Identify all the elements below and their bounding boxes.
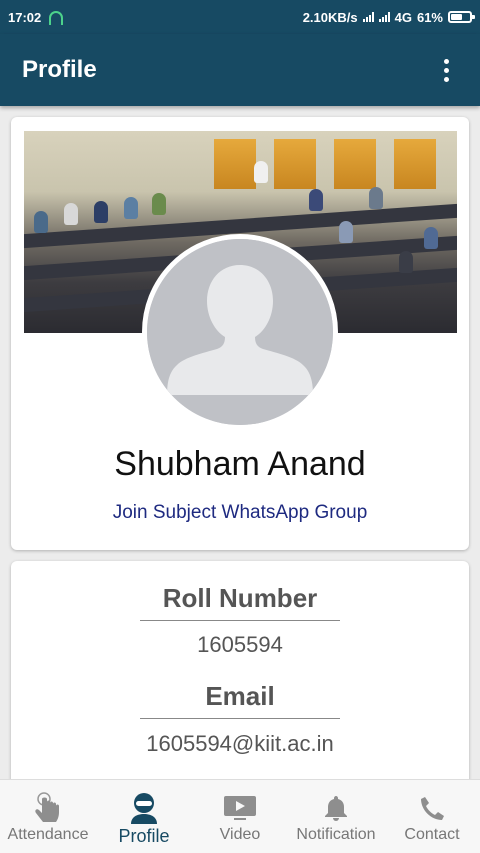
bottom-nav: Attendance Profile Video Notification Co… <box>0 779 480 853</box>
phone-icon <box>419 790 445 826</box>
email-label: Email <box>205 681 275 711</box>
signal-icon-2 <box>378 12 390 22</box>
bell-icon <box>324 790 348 826</box>
nav-video[interactable]: Video <box>192 780 288 853</box>
status-time: 17:02 <box>8 9 42 25</box>
email-value: 1605594@kiit.ac.in <box>146 731 334 756</box>
nav-attendance[interactable]: Attendance <box>0 780 96 853</box>
nav-contact[interactable]: Contact <box>384 780 480 853</box>
nav-profile[interactable]: Profile <box>96 780 192 853</box>
profile-name: Shubham Anand <box>114 445 366 483</box>
roll-number-value: 1605594 <box>197 632 283 657</box>
network-type: 4G <box>394 9 412 25</box>
headphone-icon <box>49 11 64 25</box>
touch-hand-icon <box>33 790 63 826</box>
nav-video-label: Video <box>219 826 261 843</box>
page-title: Profile <box>22 56 97 83</box>
person-icon <box>129 790 159 826</box>
app-bar: Profile <box>0 34 480 106</box>
nav-attendance-label: Attendance <box>7 826 89 843</box>
details-card: Roll Number 1605594 Email 1605594@kiit.a… <box>11 561 469 791</box>
more-vert-icon[interactable] <box>434 55 458 85</box>
nav-notification-label: Notification <box>296 826 376 843</box>
video-icon <box>223 790 257 826</box>
network-speed: 2.10KB/s <box>302 9 358 25</box>
default-person-icon <box>147 239 333 425</box>
nav-contact-label: Contact <box>404 826 460 843</box>
divider <box>140 620 340 621</box>
nav-profile-label: Profile <box>118 826 170 846</box>
status-bar: 17:02 2.10KB/s 4G 61% <box>0 0 480 34</box>
profile-card: Shubham Anand Join Subject WhatsApp Grou… <box>11 117 469 550</box>
signal-icon <box>362 12 374 22</box>
avatar[interactable] <box>142 234 338 430</box>
whatsapp-group-link[interactable]: Join Subject WhatsApp Group <box>11 502 469 524</box>
battery-icon <box>448 11 475 23</box>
battery-percent: 61% <box>416 9 443 25</box>
status-right: 2.10KB/s 4G 61% <box>302 9 475 25</box>
roll-number-label: Roll Number <box>162 583 318 613</box>
nav-notification[interactable]: Notification <box>288 780 384 853</box>
divider <box>140 718 340 719</box>
